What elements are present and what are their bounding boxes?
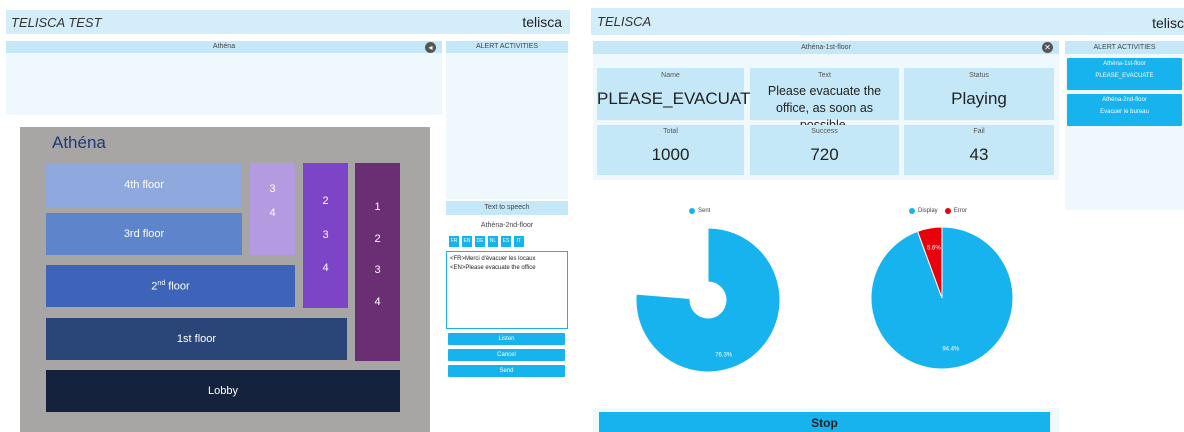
display-error-pie-chart: 94.4% 5.6% bbox=[870, 226, 1014, 370]
alert-floor: Athéna-2nd-floor bbox=[1102, 97, 1147, 103]
status-label: Status bbox=[969, 72, 989, 79]
lobby-block[interactable]: Lobby bbox=[46, 370, 400, 412]
status-card: Status Playing bbox=[904, 68, 1054, 120]
text-label: Text bbox=[818, 72, 831, 79]
floor-1-block[interactable]: 1st floor bbox=[46, 318, 347, 360]
column-a-num: 4 bbox=[269, 207, 276, 219]
lang-en-button[interactable]: EN bbox=[462, 236, 472, 247]
building-map: Athéna 4th floor 3rd floor 2nd floor 1st… bbox=[20, 127, 430, 432]
alert-card-2[interactable]: Athéna-2nd-floor Evacuer le bureau bbox=[1067, 94, 1182, 126]
sent-donut-chart: 76.3% bbox=[635, 227, 781, 373]
chart2-legend: Display Error bbox=[909, 208, 967, 214]
listen-button[interactable]: Listen bbox=[448, 333, 565, 345]
column-c-num: 1 bbox=[374, 201, 381, 213]
display-legend-dot bbox=[909, 208, 915, 214]
tts-line: <FR>Merci d'évacuer les locaux bbox=[450, 256, 536, 262]
display-data-label: 94.4% bbox=[942, 347, 960, 353]
fail-label: Fail bbox=[973, 128, 985, 135]
send-button[interactable]: Send bbox=[448, 365, 565, 377]
display-legend-label: Display bbox=[918, 208, 938, 214]
column-b-block[interactable]: 2 3 4 bbox=[303, 163, 348, 308]
column-c-num: 2 bbox=[374, 233, 381, 245]
total-label: Total bbox=[663, 128, 678, 135]
alert-message: PLEASE_EVACUATE bbox=[1095, 73, 1154, 79]
close-icon[interactable]: ✕ bbox=[1042, 42, 1053, 53]
column-c-block[interactable]: 1 2 3 4 bbox=[355, 163, 400, 361]
app-title: TELISCA bbox=[597, 14, 652, 29]
chart1-legend: Sent bbox=[689, 208, 710, 214]
lang-es-button[interactable]: ES bbox=[501, 236, 511, 247]
floor-4-block[interactable]: 4th floor bbox=[46, 163, 242, 207]
success-value: 720 bbox=[810, 145, 839, 164]
alert-message: Evacuer le bureau bbox=[1100, 109, 1149, 115]
column-a-num: 3 bbox=[269, 183, 276, 195]
column-b-num: 4 bbox=[322, 262, 329, 274]
user-name[interactable]: telisc bbox=[1152, 15, 1184, 31]
user-name[interactable]: telisca bbox=[522, 14, 562, 30]
lang-de-button[interactable]: DE bbox=[475, 236, 485, 247]
tts-line: <EN>Please evacuate the office bbox=[450, 265, 536, 271]
floor-3-block[interactable]: 3rd floor bbox=[46, 213, 242, 255]
left-alerts-list bbox=[446, 53, 568, 199]
column-b-num: 3 bbox=[322, 229, 329, 241]
fail-card: Fail 43 bbox=[904, 125, 1054, 175]
tts-target: Athéna-2nd-floor bbox=[480, 222, 534, 229]
floor-2-block[interactable]: 2nd floor bbox=[46, 265, 295, 307]
cancel-button[interactable]: Cancel bbox=[448, 349, 565, 361]
language-bar: FR EN DE NL ES IT bbox=[449, 236, 524, 247]
lang-fr-button[interactable]: FR bbox=[449, 236, 459, 247]
floor-3-label: 3rd floor bbox=[123, 228, 165, 240]
name-label: Name bbox=[661, 72, 680, 79]
charts-area: Sent 76.3% Display Error 94.4% 5.6% bbox=[593, 180, 1059, 408]
floor-1-label: 1st floor bbox=[176, 333, 217, 345]
lobby-label: Lobby bbox=[208, 385, 238, 397]
left-alerts-header: ALERT ACTIVITIES bbox=[446, 41, 568, 53]
lang-it-button[interactable]: IT bbox=[514, 236, 524, 247]
name-value: PLEASE_EVACUATE bbox=[597, 89, 762, 108]
floor-panel-header: Athéna-1st-floor ✕ bbox=[593, 41, 1059, 54]
left-top-bar: TELISCA TEST telisca bbox=[6, 10, 570, 34]
total-card: Total 1000 bbox=[597, 125, 744, 175]
column-c-num: 3 bbox=[374, 264, 381, 276]
status-value: Playing bbox=[951, 89, 1007, 108]
floor-4-label: 4th floor bbox=[124, 179, 164, 191]
stop-button[interactable]: Stop bbox=[599, 412, 1050, 432]
column-c-num: 4 bbox=[374, 296, 381, 308]
close-icon[interactable]: ◂ bbox=[425, 42, 436, 53]
total-value: 1000 bbox=[651, 145, 690, 164]
tts-header: Text to speech bbox=[446, 201, 568, 215]
building-panel-title: Athéna bbox=[212, 43, 236, 50]
building-panel-header: Athéna ◂ bbox=[6, 41, 442, 53]
right-top-bar: TELISCA telisc bbox=[591, 8, 1184, 35]
alert-floor: Athéna-1st-floor bbox=[1103, 61, 1146, 67]
lang-nl-button[interactable]: NL bbox=[488, 236, 498, 247]
column-a-block[interactable]: 3 4 bbox=[250, 163, 295, 255]
alert-card-1[interactable]: Athéna-1st-floor PLEASE_EVACUATE bbox=[1067, 58, 1182, 90]
right-alerts-header: ALERT ACTIVITIES bbox=[1065, 41, 1184, 54]
map-title: Athéna bbox=[52, 133, 106, 152]
fail-value: 43 bbox=[969, 145, 989, 164]
floor-2-label: 2nd floor bbox=[151, 279, 190, 293]
sent-data-label: 76.3% bbox=[715, 352, 733, 358]
sent-legend-dot bbox=[689, 208, 695, 214]
sent-slice bbox=[635, 227, 781, 373]
error-data-label: 5.6% bbox=[927, 246, 941, 252]
success-label: Success bbox=[811, 128, 838, 135]
chart1-legend-label: Sent bbox=[698, 208, 711, 214]
text-card: Text Please evacuate the office, as soon… bbox=[750, 68, 899, 132]
column-b-num: 2 bbox=[322, 195, 329, 207]
building-info-area bbox=[6, 53, 442, 115]
app-title: TELISCA TEST bbox=[11, 15, 102, 30]
error-legend-dot bbox=[944, 208, 951, 214]
success-card: Success 720 bbox=[750, 125, 899, 175]
error-legend-label: Error bbox=[953, 208, 968, 214]
name-card: Name PLEASE_EVACUATE bbox=[597, 68, 762, 120]
floor-panel-title: Athéna-1st-floor bbox=[801, 44, 851, 51]
tts-message-textarea[interactable]: <FR>Merci d'évacuer les locaux <EN>Pleas… bbox=[446, 251, 568, 329]
